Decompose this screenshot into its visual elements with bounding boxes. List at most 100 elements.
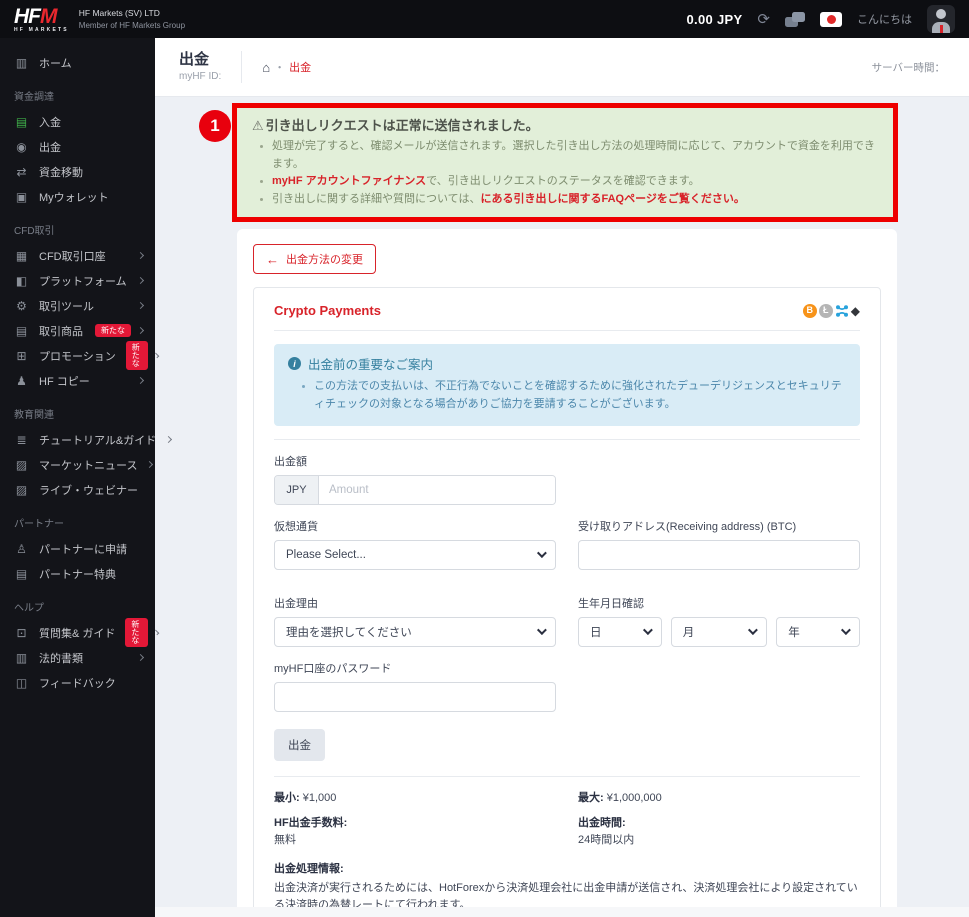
sidebar-nav: ▥ ホーム 資金調達 ▤ 入金 ◉ 出金 ⇄ 資金移動 ▣ Myウォレット CF… [0, 38, 173, 917]
sidebar-item-tutorials[interactable]: ≣ チュートリアル&ガイド [0, 427, 173, 452]
sidebar-item-feedback[interactable]: ◫ フィードバック [0, 670, 155, 695]
home-chart-icon: ▥ [15, 55, 28, 70]
receiving-address-label: 受け取りアドレス(Receiving address) (BTC) [578, 520, 797, 533]
sidebar-item-legal-docs[interactable]: ▥ 法的書類 [0, 645, 155, 670]
alert-bullet: 引き出しに関する詳細や質問については、にある引き出しに関するFAQページをご覧く… [272, 191, 878, 209]
transfer-icon: ⇄ [16, 164, 27, 179]
new-badge: 新たな [95, 324, 131, 337]
webinar-icon: ▨ [15, 482, 28, 497]
layers-icon: ≣ [16, 432, 27, 447]
chevron-right-icon [136, 653, 145, 662]
amount-input[interactable] [319, 475, 555, 504]
withdrawal-panel: ← 出金方法の変更 Crypto Payments B Ł ◆ i 出金前の重要… [237, 229, 897, 917]
withdrawal-reason-label: 出金理由 [274, 597, 318, 610]
withdraw-submit-button[interactable]: 出金 [274, 728, 325, 761]
faq-link[interactable]: にある引き出しに関するFAQページをご覧ください。 [480, 193, 744, 205]
min-amount: 最小: ¥1,000 [274, 791, 337, 804]
myhf-password-label: myHF口座のパスワード [274, 662, 392, 675]
page-header: 出金 myHF ID: ⌂ ・ 出金 サーバー時間： [155, 38, 969, 97]
chevron-down-icon [840, 625, 851, 636]
sidebar-item-faq-guides[interactable]: ⊡ 質問集& ガイド 新たな [0, 618, 159, 647]
refresh-icon[interactable]: ⟳ [757, 12, 770, 27]
myhf-id-label: myHF ID: [179, 71, 222, 83]
monitor-icon: ◧ [15, 273, 28, 288]
person-icon: ♙ [16, 541, 27, 556]
crypto-payments-card: Crypto Payments B Ł ◆ i 出金前の重要なご案内 • この方… [253, 287, 881, 917]
time-info: 出金時間: 24時間以内 [578, 816, 635, 846]
chevron-down-icon [536, 625, 547, 636]
sidebar-item-transfer[interactable]: ⇄ 資金移動 [0, 159, 155, 184]
sidebar-item-live-webinar[interactable]: ▨ ライブ・ウェビナー [0, 477, 155, 502]
chevron-down-icon [536, 548, 547, 559]
sidebar-item-hf-copy[interactable]: ♟ HF コピー [0, 368, 155, 393]
sidebar-item-partner-apply[interactable]: ♙ パートナーに申請 [0, 536, 155, 561]
change-withdrawal-method-button[interactable]: ← 出金方法の変更 [253, 244, 376, 275]
max-amount: 最大: ¥1,000,000 [578, 791, 662, 804]
top-bar: HFM HF MARKETS HF Markets (SV) LTD Membe… [0, 0, 969, 38]
sidebar-section-education: 教育関連 [14, 410, 54, 421]
withdrawal-limits: 最小: ¥1,000 最大: ¥1,000,000 HF出金手数料: 無料 出金時… [274, 777, 860, 917]
myhf-finance-link[interactable]: myHF アカウントファイナンス [272, 175, 426, 187]
breadcrumb-current[interactable]: 出金 [289, 59, 311, 75]
grid-icon: ▦ [15, 248, 28, 263]
chevron-right-icon [136, 376, 145, 385]
server-time-label: サーバー時間： [871, 61, 945, 74]
home-icon[interactable]: ⌂ [262, 60, 270, 75]
chevron-right-icon [136, 301, 145, 310]
alert-bullet: 処理が完了すると、確認メールが送信されます。選択した引き出し方法の処理時間に応じ… [272, 138, 878, 173]
sidebar-item-platforms[interactable]: ◧ プラットフォーム [0, 268, 155, 293]
dob-year-select[interactable]: 年 [776, 616, 860, 647]
tools-icon: ⚙ [16, 298, 27, 313]
faq-icon: ⊡ [16, 625, 27, 640]
myhf-password-input[interactable] [274, 681, 556, 712]
back-arrow-icon: ← [266, 251, 279, 267]
feedback-icon: ◫ [15, 675, 28, 690]
sidebar-section-partner: パートナー [14, 519, 64, 530]
sidebar-item-market-news[interactable]: ▨ マーケットニュース [0, 452, 155, 477]
sidebar-item-withdrawal[interactable]: ◉ 出金 [0, 134, 155, 159]
bottom-strip [155, 907, 969, 917]
hfm-logo-text: HFM [14, 4, 57, 28]
company-info: HF Markets (SV) LTD Member of HF Markets… [79, 8, 185, 30]
dob-month-select[interactable]: 月 [670, 616, 768, 647]
sidebar-item-home[interactable]: ▥ ホーム [0, 50, 155, 75]
user-avatar[interactable] [927, 5, 955, 33]
deposit-icon: ▤ [15, 114, 28, 129]
currency-prefix: JPY [275, 475, 319, 504]
sidebar-section-funding: 資金調達 [14, 92, 54, 103]
chevron-down-icon [642, 625, 653, 636]
dob-label: 生年月日確認 [578, 597, 644, 610]
legal-docs-icon: ▥ [15, 650, 28, 665]
sidebar-item-partner-benefits[interactable]: ▤ パートナー特典 [0, 561, 155, 586]
chevron-right-icon [165, 435, 173, 444]
card-title: Crypto Payments [274, 303, 381, 319]
sidebar-item-cfd-accounts[interactable]: ▦ CFD取引口座 [0, 243, 155, 268]
sidebar-item-deposit[interactable]: ▤ 入金 [0, 109, 155, 134]
products-icon: ▤ [15, 323, 28, 338]
person-icon: ♟ [16, 373, 27, 388]
company-member: Member of HF Markets Group [78, 21, 186, 30]
fee-info: HF出金手数料: 無料 [274, 816, 348, 846]
sidebar-section-help: ヘルプ [14, 603, 44, 614]
alert-title: ⚠ 引き出しリクエストは正常に送信されました。 [252, 118, 539, 133]
hfm-logo[interactable]: HFM HF MARKETS [14, 6, 69, 33]
breadcrumb-separator: ・ [274, 62, 286, 74]
bitcoin-icon: B [802, 303, 817, 318]
crypto-currency-select[interactable]: Please Select... [274, 539, 556, 570]
japan-flag-icon[interactable] [820, 11, 842, 27]
company-name: HF Markets (SV) LTD [78, 8, 160, 18]
chat-icon[interactable] [785, 11, 805, 27]
warning-icon: ⚠ [252, 118, 264, 133]
greeting-text: こんにちは [857, 14, 912, 26]
sidebar-section-cfd: CFD取引 [14, 226, 55, 237]
important-notice-box: i 出金前の重要なご案内 この方法での支払いは、不正行為でないことを確認するため… [274, 344, 860, 426]
sidebar-item-mywallet[interactable]: ▣ Myウォレット [0, 184, 155, 209]
chevron-right-icon [136, 326, 145, 335]
receiving-address-input[interactable] [578, 539, 860, 570]
sidebar-item-trading-products[interactable]: ▤ 取引商品 新たな [0, 318, 155, 343]
new-badge: 新たな [125, 341, 149, 370]
sidebar-item-trading-tools[interactable]: ⚙ 取引ツール [0, 293, 155, 318]
withdrawal-reason-select[interactable]: 理由を選択してください [274, 616, 556, 647]
sidebar-item-promotions[interactable]: ⊞ プロモーション 新たな [0, 341, 160, 370]
dob-day-select[interactable]: 日 [578, 616, 662, 647]
